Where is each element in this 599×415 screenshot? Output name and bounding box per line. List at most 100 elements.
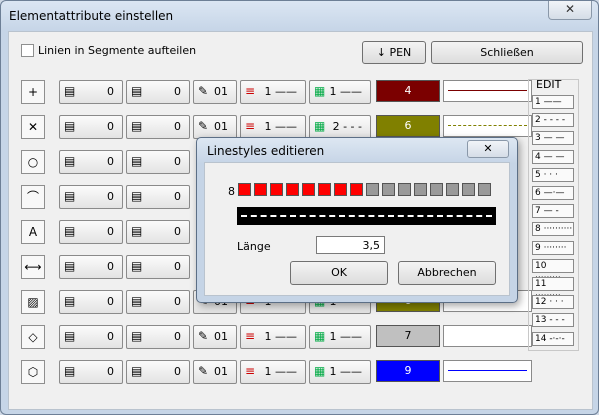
line-weight-button[interactable]: ≡ 1 —— [240,115,306,139]
length-input[interactable]: 3,5 [316,236,385,254]
hatch-icon[interactable]: ▨ [21,290,45,314]
line-weight-icon: ≡ [245,329,256,343]
pen-number-button[interactable]: ✎ 01 [193,360,237,384]
segment-toggle[interactable] [446,183,459,196]
group-button[interactable]: ▤ 0 [126,115,190,139]
line-style-value: 1 —— [329,365,363,378]
text-icon[interactable]: A [21,220,45,244]
edit-style-item[interactable]: 1 —— [532,95,574,109]
split-lines-checkbox-row[interactable]: Linien in Segmente aufteilen [21,44,196,57]
layer-button[interactable]: ▤ 0 [59,325,123,349]
layer-button[interactable]: ▤ 0 [59,115,123,139]
line-weight-button[interactable]: ≡ 1 —— [240,325,306,349]
cross-line-icon[interactable]: ✕ [21,115,45,139]
segment-toggle[interactable] [238,183,251,196]
symbol-icon[interactable]: ◇ [21,325,45,349]
segment-toggle[interactable] [430,183,443,196]
page-icon: ▤ [64,84,76,98]
pen-button-label: PEN [389,46,412,59]
segment-toggle[interactable] [350,183,363,196]
edit-style-item[interactable]: 5 · · · [532,167,574,182]
dimension-icon[interactable]: ⟷ [21,255,45,279]
layer-button[interactable]: ▤ 0 [59,290,123,314]
ok-button[interactable]: OK [290,261,388,285]
edit-style-item[interactable]: 7 — - [532,204,574,219]
segment-toggle[interactable] [462,183,475,196]
segment-toggle[interactable] [398,183,411,196]
layer-value: 0 [107,190,114,203]
line-style-value: 1 —— [329,85,363,98]
window-close-button[interactable]: ✕ [548,1,592,20]
segment-toggle[interactable] [334,183,347,196]
layer-button[interactable]: ▤ 0 [59,150,123,174]
segment-toggle[interactable] [382,183,395,196]
edit-style-item[interactable]: 10 ········· [532,258,574,283]
line-weight-value: 1 —— [264,85,298,98]
segment-toggle[interactable] [414,183,427,196]
layer-button[interactable]: ▤ 0 [59,80,123,104]
color-swatch[interactable]: 4 [376,80,440,102]
linestyle-dialog-close-button[interactable]: ✕ [467,140,509,158]
page-icon: ▤ [64,189,76,203]
circle-icon[interactable]: ○ [21,150,45,174]
pen-button[interactable]: ↓ PEN [362,41,426,64]
group-button[interactable]: ▤ 0 [126,325,190,349]
pen-number-button[interactable]: ✎ 01 [193,115,237,139]
group-button[interactable]: ▤ 0 [126,255,190,279]
segment-toggle[interactable] [254,183,267,196]
edit-style-item[interactable]: 4 — — [532,149,574,164]
segment-toggle[interactable] [302,183,315,196]
segment-toggle[interactable] [478,183,491,196]
color-swatch[interactable]: 9 [376,360,440,382]
main-window: Elementattribute einstellen ✕ Linien in … [0,0,599,415]
layer-button[interactable]: ▤ 0 [59,255,123,279]
line-preview [443,115,532,137]
color-swatch[interactable]: 6 [376,115,440,137]
close-icon: ✕ [483,142,493,155]
point-icon[interactable]: + [21,80,45,104]
pen-number-button[interactable]: ✎ 01 [193,325,237,349]
group-value: 0 [174,225,181,238]
segment-toggle[interactable] [366,183,379,196]
edit-style-item[interactable]: 3 — — [532,131,574,146]
group-button[interactable]: ▤ 0 [126,290,190,314]
group-button[interactable]: ▤ 0 [126,80,190,104]
group-button[interactable]: ▤ 0 [126,220,190,244]
segment-toggle[interactable] [270,183,283,196]
line-style-button[interactable]: ▦1 —— [309,80,371,104]
page-icon: ▤ [64,329,76,343]
close-button[interactable]: Schließen [431,41,583,64]
palette-icon: ▦ [314,329,326,343]
line-weight-button[interactable]: ≡ 1 —— [240,360,306,384]
edit-style-item[interactable]: 13 - - - [532,313,574,328]
edit-style-item[interactable]: 14 -·-·- [532,331,574,346]
linestyle-dialog-title: Linestyles editieren [207,144,325,158]
line-style-button[interactable]: ▦ 2 - - - [309,115,371,139]
pen-number-button[interactable]: ✎ 01 [193,80,237,104]
layer-button[interactable]: ▤ 0 [59,185,123,209]
layer-button[interactable]: ▤ 0 [59,220,123,244]
cancel-button[interactable]: Abbrechen [398,261,496,285]
segment-toggle[interactable] [286,183,299,196]
arc-icon[interactable]: ⌒ [21,185,45,209]
split-lines-checkbox[interactable] [21,44,34,57]
group-button[interactable]: ▤ 0 [126,185,190,209]
edit-style-item[interactable]: 11 ········· [532,277,574,301]
line-style-button[interactable]: ▦1 —— [309,360,371,384]
edit-style-item[interactable]: 12 · · · [532,295,574,310]
solid-icon[interactable]: ⬡ [21,360,45,384]
line-style-button[interactable]: ▦1 —— [309,325,371,349]
layer-button[interactable]: ▤ 0 [59,360,123,384]
group-button[interactable]: ▤ 0 [126,150,190,174]
edit-style-item[interactable]: 2 - - - - [532,113,574,128]
split-lines-label: Linien in Segmente aufteilen [38,44,197,57]
group-value: 0 [174,190,181,203]
line-weight-button[interactable]: ≡ 1 —— [240,80,306,104]
edit-style-item[interactable]: 8 ·········· [532,222,574,237]
segment-toggle[interactable] [318,183,331,196]
group-button[interactable]: ▤ 0 [126,360,190,384]
edit-style-item[interactable]: 6 —·— [532,186,574,200]
color-swatch[interactable]: 7 [376,325,440,347]
layer-value: 0 [107,120,114,133]
edit-style-item[interactable]: 9 ········ [532,240,574,255]
